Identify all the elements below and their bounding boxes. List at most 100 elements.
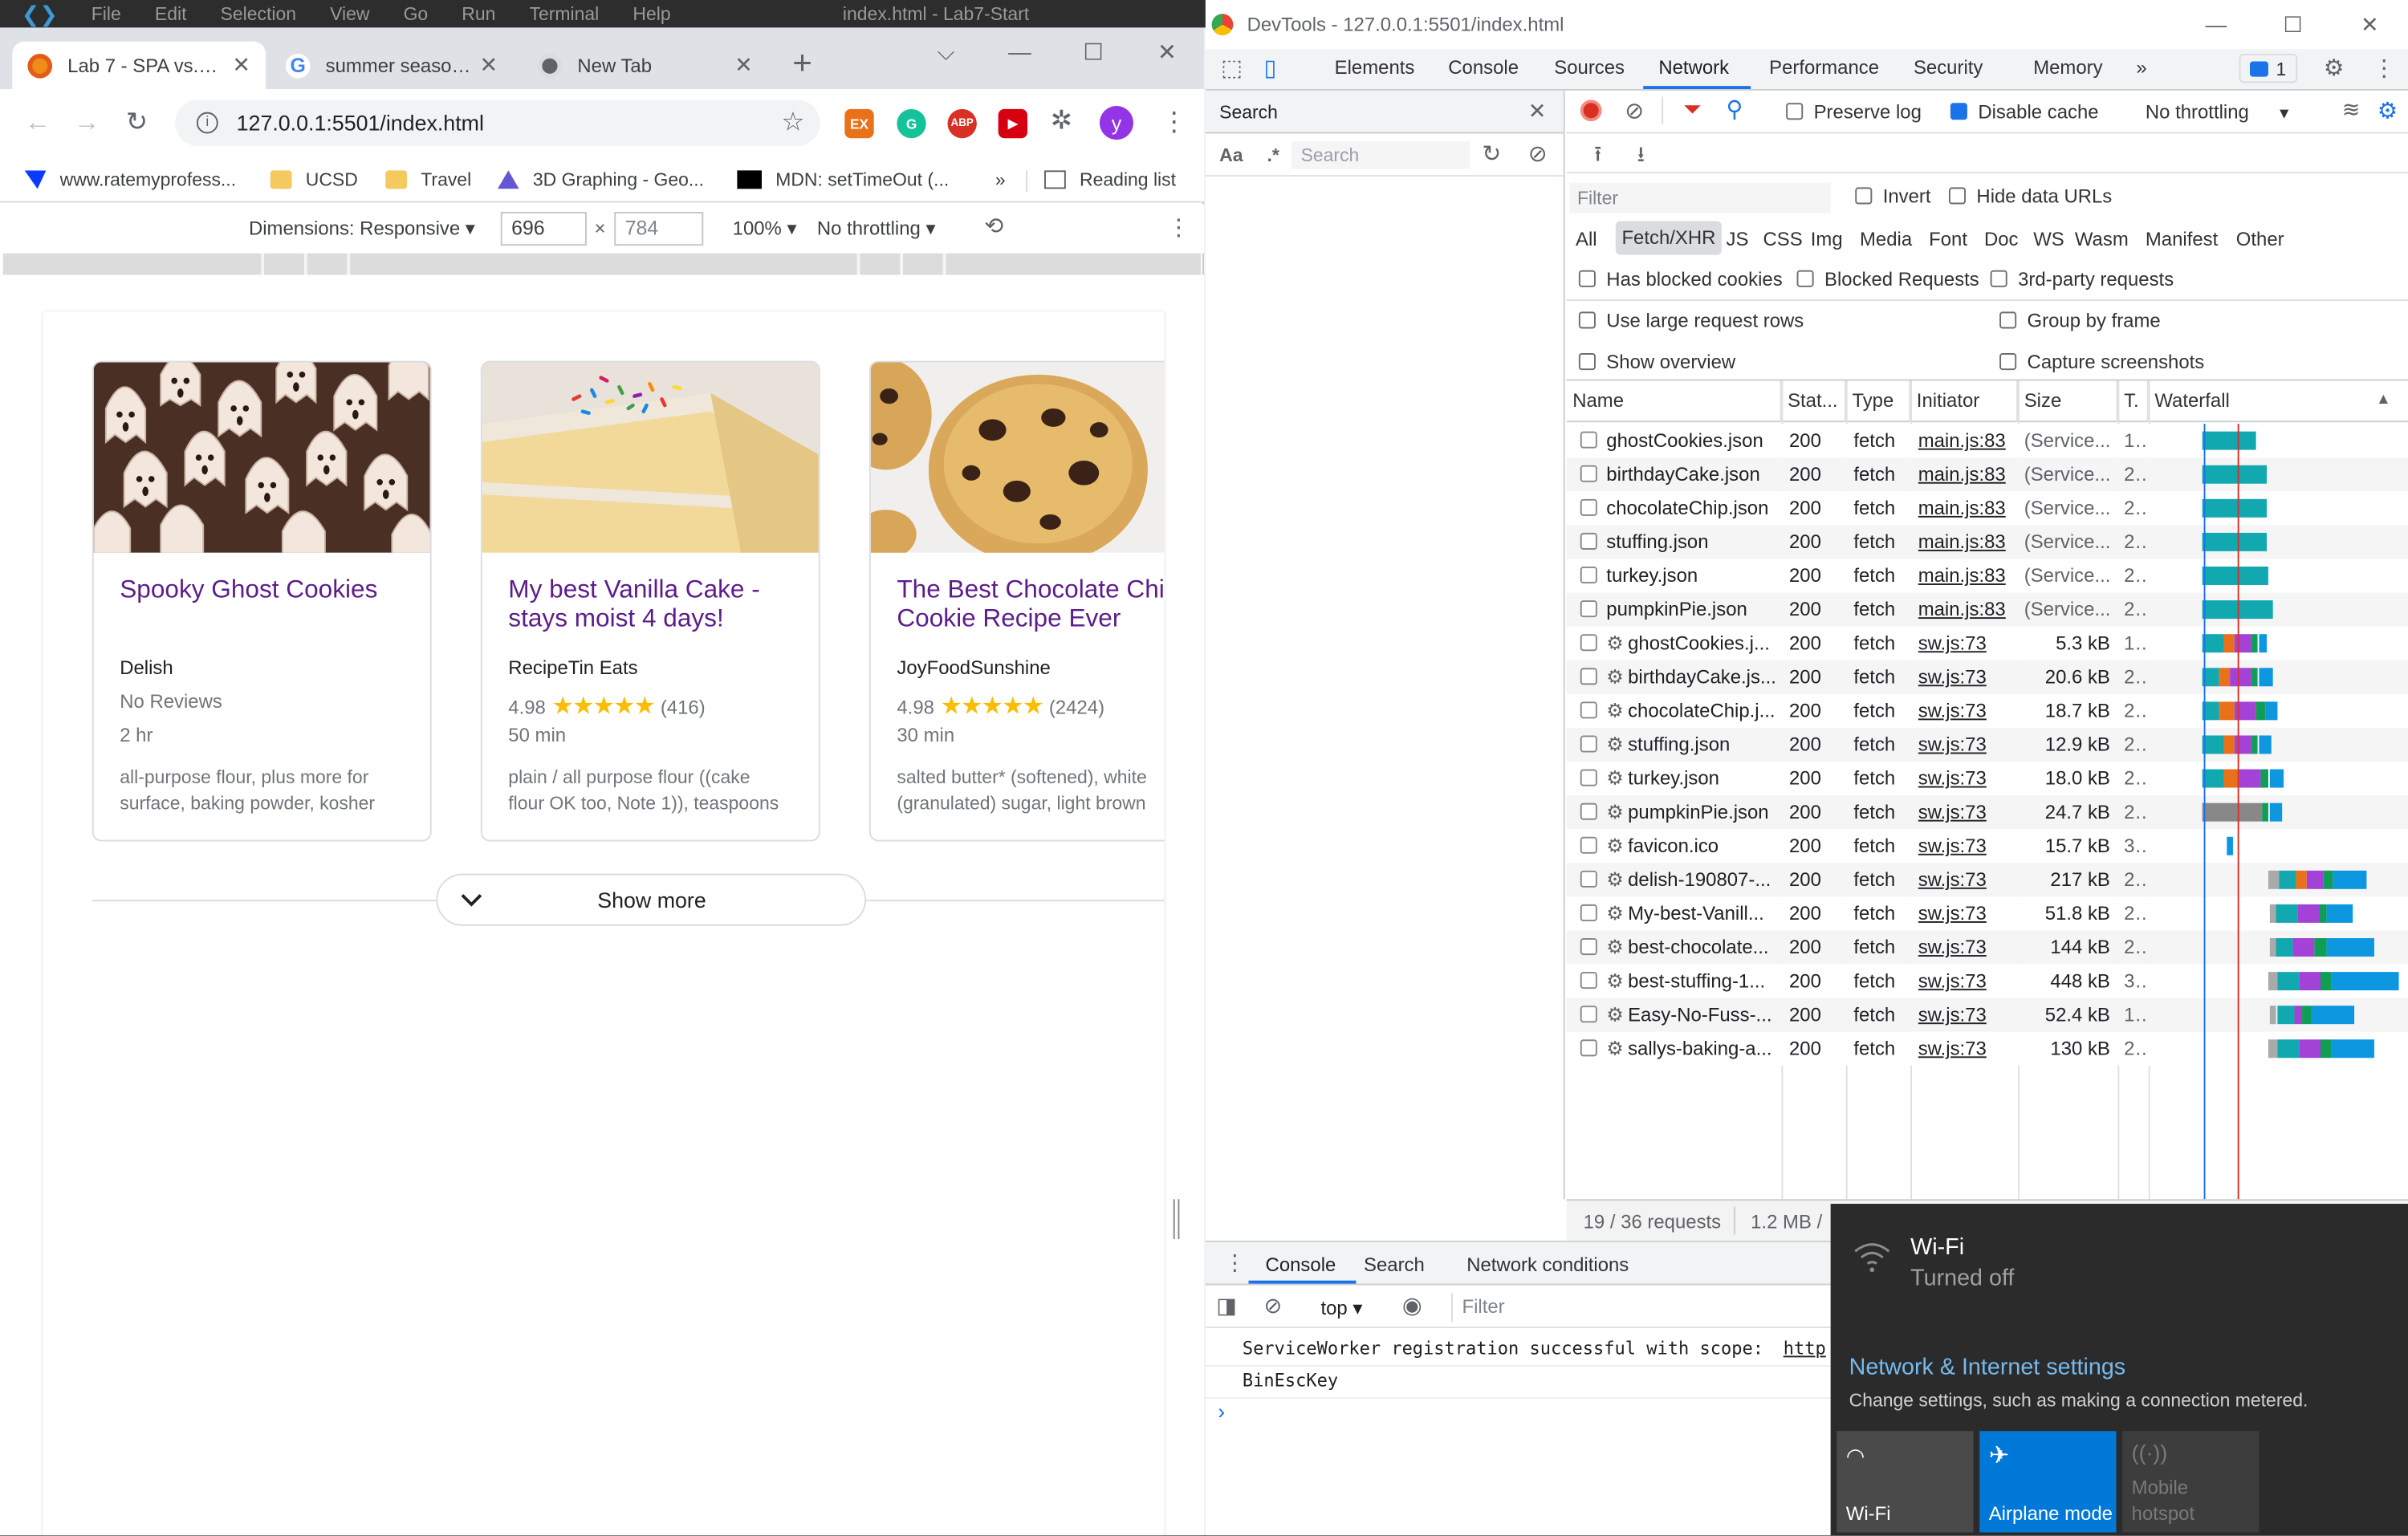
viewport-height-input[interactable]: 784	[614, 212, 704, 246]
filter-other[interactable]: Other	[2236, 229, 2284, 250]
initiator-link[interactable]: sw.js:73	[1918, 627, 2014, 660]
tab-new-tab[interactable]: New Tab ✕	[523, 42, 768, 89]
context-select[interactable]: top ▾	[1320, 1296, 1362, 1319]
reload-icon[interactable]: ↻	[126, 108, 148, 138]
preserve-log-checkbox[interactable]: Preserve log	[1786, 101, 1922, 123]
chrome-menu-icon[interactable]: ⋮	[1161, 108, 1187, 138]
table-row[interactable]: ⚙ stuffing.json 200 fetch sw.js:73 12.9 kB 2..…	[1566, 727, 2408, 762]
vscode-menu-selection[interactable]: Selection	[221, 3, 296, 25]
airplane-mode-quick-action[interactable]: ✈ Airplane mode	[1979, 1431, 2117, 1533]
initiator-link[interactable]: main.js:83	[1918, 424, 2014, 457]
close-window-button[interactable]: ✕	[1130, 39, 1204, 67]
show-overview-checkbox[interactable]: Show overview	[1578, 351, 1735, 373]
vscode-menu-view[interactable]: View	[330, 3, 369, 25]
initiator-link[interactable]: sw.js:73	[1918, 930, 2014, 964]
table-row[interactable]: ⚙ birthdayCake.js... 200 fetch sw.js:73 20.6 …	[1566, 660, 2408, 694]
maximize-button[interactable]: ☐	[1056, 39, 1130, 67]
tab-elements[interactable]: Elements	[1335, 57, 1415, 79]
regex-button[interactable]: .*	[1267, 144, 1279, 166]
devtools-menu-icon[interactable]: ⋮	[2373, 54, 2396, 82]
close-tab-icon[interactable]: ✕	[232, 52, 250, 79]
vscode-menu-go[interactable]: Go	[404, 3, 429, 25]
minimize-button[interactable]: —	[983, 39, 1057, 66]
table-row[interactable]: ⚙ best-stuffing-1... 200 fetch sw.js:73 448 k…	[1566, 964, 2408, 998]
inspect-element-icon[interactable]: ⬚	[1221, 54, 1243, 82]
filter-media[interactable]: Media	[1860, 229, 1912, 250]
bookmark-star-icon[interactable]: ☆	[781, 108, 804, 138]
media-query-ruler[interactable]	[2, 253, 1202, 275]
filter-wasm[interactable]: Wasm	[2075, 229, 2129, 250]
initiator-link[interactable]: sw.js:73	[1918, 1032, 2014, 1066]
clear-console-icon[interactable]: ⊘	[1264, 1293, 1282, 1319]
has-blocked-cookies-checkbox[interactable]: Has blocked cookies	[1578, 269, 1783, 291]
initiator-link[interactable]: sw.js:73	[1918, 762, 2014, 795]
viewport-width-input[interactable]: 696	[500, 212, 587, 246]
column-initiator[interactable]: Initiator	[1910, 380, 2019, 423]
tab-security[interactable]: Security	[1914, 57, 1983, 79]
search-input[interactable]: Search	[1291, 141, 1470, 169]
sort-ascending-icon[interactable]: ▲	[2376, 392, 2391, 408]
network-settings-link[interactable]: Network & Internet settings	[1849, 1355, 2126, 1381]
device-toggle-icon[interactable]: ▯	[1264, 54, 1277, 82]
issues-badge[interactable]: 1	[2239, 53, 2297, 83]
more-tabs-button[interactable]: »	[2136, 57, 2146, 79]
filter-font[interactable]: Font	[1929, 229, 1967, 250]
recipe-title[interactable]: Spooky Ghost Cookies	[120, 575, 427, 604]
tab-memory[interactable]: Memory	[2033, 57, 2102, 79]
back-arrow-icon[interactable]: ←	[25, 108, 51, 138]
table-row[interactable]: ⚙ Easy-No-Fuss-... 200 fetch sw.js:73 52.4 kB…	[1566, 998, 2408, 1032]
vscode-menu-edit[interactable]: Edit	[155, 3, 187, 25]
initiator-link[interactable]: sw.js:73	[1918, 660, 2014, 694]
tab-lab7[interactable]: Lab 7 - SPA vs. PWA ✕	[12, 41, 266, 89]
record-button[interactable]	[1580, 100, 1602, 122]
maximize-button[interactable]: ☐	[2255, 11, 2332, 38]
blocked-requests-checkbox[interactable]: Blocked Requests	[1796, 269, 1979, 291]
scope-link[interactable]: http	[1784, 1337, 1826, 1359]
initiator-link[interactable]: main.js:83	[1918, 525, 2014, 559]
profile-avatar[interactable]: y	[1099, 106, 1134, 140]
forward-arrow-icon[interactable]: →	[74, 108, 100, 138]
tab-search-icon[interactable]: ⌵	[909, 39, 983, 66]
video-extension-icon[interactable]: ▶	[998, 108, 1027, 139]
bookmark-folder-travel[interactable]: Travel	[385, 169, 471, 190]
column-time[interactable]: T.	[2117, 380, 2149, 423]
invert-checkbox[interactable]: Invert	[1855, 186, 1931, 207]
adblock-icon[interactable]: ABP	[947, 108, 977, 139]
disable-cache-checkbox[interactable]: Disable cache	[1950, 101, 2099, 123]
live-expression-eye-icon[interactable]: ◉	[1402, 1291, 1422, 1319]
table-row[interactable]: ⚙ delish-190807-... 200 fetch sw.js:73 217 kB…	[1566, 863, 2408, 897]
drawer-tab-network-conditions[interactable]: Network conditions	[1466, 1254, 1629, 1276]
filter-img[interactable]: Img	[1811, 229, 1843, 250]
initiator-link[interactable]: sw.js:73	[1918, 998, 2014, 1032]
extension-ex-icon[interactable]: EX	[844, 108, 874, 139]
export-har-icon[interactable]: ⭳	[1637, 138, 1645, 175]
recipe-title[interactable]: The Best Chocolate Chip Cookie Recipe Ev…	[897, 575, 1164, 634]
capture-screenshots-checkbox[interactable]: Capture screenshots	[1999, 351, 2204, 373]
table-row[interactable]: pumpkinPie.json 200 fetch main.js:83 (Servic…	[1566, 592, 2408, 627]
filter-doc[interactable]: Doc	[1984, 229, 2019, 250]
filter-css[interactable]: CSS	[1763, 229, 1802, 250]
initiator-link[interactable]: sw.js:73	[1918, 829, 2014, 863]
table-row[interactable]: turkey.json 200 fetch main.js:83 (Service...…	[1566, 559, 2408, 593]
initiator-link[interactable]: main.js:83	[1918, 593, 2014, 627]
table-row[interactable]: ⚙ My-best-Vanill... 200 fetch sw.js:73 51.8 k…	[1566, 896, 2408, 931]
console-prompt[interactable]: ›	[1218, 1399, 1225, 1424]
table-row[interactable]: ⚙ turkey.json 200 fetch sw.js:73 18.0 kB 2...	[1566, 761, 2408, 796]
info-icon[interactable]: i	[196, 112, 218, 134]
close-tab-icon[interactable]: ✕	[734, 52, 752, 79]
reading-list-button[interactable]: Reading list	[1044, 169, 1176, 190]
table-row[interactable]: ⚙ favicon.ico 200 fetch sw.js:73 15.7 kB 3...	[1566, 829, 2408, 863]
filter-all[interactable]: All	[1576, 229, 1597, 250]
rotate-icon[interactable]: ⟲	[984, 212, 1003, 240]
minimize-button[interactable]: —	[2178, 12, 2255, 37]
filter-input[interactable]: Filter	[1569, 182, 1831, 213]
initiator-link[interactable]: main.js:83	[1918, 559, 2014, 592]
column-status[interactable]: Stat...	[1781, 380, 1846, 423]
drawer-tab-console[interactable]: Console	[1266, 1254, 1336, 1276]
tab-performance[interactable]: Performance	[1769, 57, 1879, 79]
group-by-frame-checkbox[interactable]: Group by frame	[1999, 310, 2161, 331]
vscode-menu-run[interactable]: Run	[462, 3, 495, 25]
large-rows-checkbox[interactable]: Use large request rows	[1578, 310, 1804, 331]
table-row[interactable]: ghostCookies.json 200 fetch main.js:83 (Serv…	[1566, 424, 2408, 458]
table-row[interactable]: ⚙ chocolateChip.j... 200 fetch sw.js:73 18.7 …	[1566, 693, 2408, 728]
